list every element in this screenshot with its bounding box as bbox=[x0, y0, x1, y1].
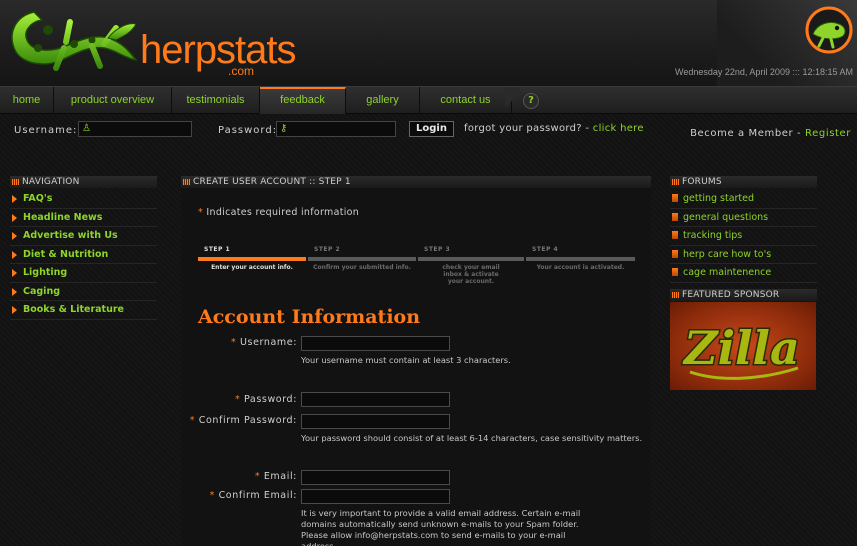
nav-feedback[interactable]: feedback bbox=[260, 87, 346, 114]
member-signup: Become a Member - Register bbox=[690, 128, 851, 139]
password-field-label: * Password: bbox=[235, 394, 297, 405]
main-heading: CREATE USER ACCOUNT :: STEP 1 bbox=[181, 176, 651, 188]
user-icon: ♙ bbox=[82, 123, 91, 134]
forum-cage-maintenence[interactable]: cage maintenence bbox=[670, 264, 817, 283]
gecko-badge-icon bbox=[805, 6, 853, 54]
step-1: STEP 1 Enter your account info. bbox=[198, 246, 306, 280]
forum-general-questions[interactable]: general questions bbox=[670, 209, 817, 227]
forums-list: getting started general questions tracki… bbox=[670, 190, 817, 283]
signup-steps: STEP 1 Enter your account info. STEP 2 C… bbox=[198, 246, 635, 285]
sidebar-item-books-literature[interactable]: Books & Literature bbox=[10, 301, 157, 320]
confirm-password-field-label: * Confirm Password: bbox=[189, 415, 297, 426]
main-nav: home product overview testimonials feedb… bbox=[0, 86, 857, 114]
key-icon: ⚷ bbox=[280, 123, 288, 134]
sponsor-logo-text: Zilla bbox=[682, 321, 800, 375]
forgot-text: forgot your password? - bbox=[464, 123, 593, 134]
brand-tld: .com bbox=[228, 64, 255, 78]
forum-getting-started[interactable]: getting started bbox=[670, 190, 817, 209]
login-bar: Username: ♙ Password: ⚷ Login forgot you… bbox=[0, 117, 857, 145]
zilla-logo-icon: Zilla bbox=[681, 320, 801, 380]
forums-heading: FORUMS bbox=[670, 176, 817, 188]
help-icon[interactable]: ? bbox=[523, 93, 539, 109]
step-4: STEP 4 Your account is activated. bbox=[526, 246, 635, 280]
required-note: * Indicates required information bbox=[198, 207, 360, 218]
username-field-label: * Username: bbox=[230, 337, 297, 348]
forgot-password-link[interactable]: click here bbox=[593, 123, 644, 134]
account-password-input[interactable] bbox=[301, 392, 450, 407]
username-label: Username: bbox=[14, 125, 78, 136]
current-datetime: Wednesday 22nd, April 2009 ::: 12:18:15 … bbox=[675, 67, 853, 77]
register-link[interactable]: Register bbox=[805, 128, 851, 139]
section-title: Account Information bbox=[198, 306, 421, 328]
nav-end-cap bbox=[505, 87, 519, 114]
email-field-label: * Email: bbox=[254, 471, 297, 482]
nav-contact-us[interactable]: contact us bbox=[420, 87, 512, 114]
navigation-heading: NAVIGATION bbox=[10, 176, 157, 188]
sidebar-item-caging[interactable]: Caging bbox=[10, 283, 157, 301]
sidebar-item-lighting[interactable]: Lighting bbox=[10, 264, 157, 283]
create-account-panel: * Indicates required information STEP 1 … bbox=[181, 188, 651, 546]
forum-tracking-tips[interactable]: tracking tips bbox=[670, 227, 817, 246]
sidebar-item-advertise[interactable]: Advertise with Us bbox=[10, 227, 157, 246]
nav-testimonials[interactable]: testimonials bbox=[172, 87, 260, 114]
email-hint: It is very important to provide a valid … bbox=[301, 508, 581, 546]
forgot-password: forgot your password? - click here bbox=[464, 123, 644, 134]
username-input[interactable]: ♙ bbox=[78, 121, 192, 137]
confirm-password-input[interactable] bbox=[301, 414, 450, 429]
password-hint: Your password should consist of at least… bbox=[301, 433, 643, 443]
sponsor-banner[interactable]: Zilla bbox=[670, 302, 816, 390]
brand-name[interactable]: herpstats bbox=[140, 30, 297, 70]
sidebar-nav: FAQ's Headline News Advertise with Us Di… bbox=[10, 190, 157, 320]
password-input[interactable]: ⚷ bbox=[276, 121, 396, 137]
sidebar-item-headline-news[interactable]: Headline News bbox=[10, 209, 157, 227]
step-2: STEP 2 Confirm your submitted info. bbox=[308, 246, 416, 280]
member-text: Become a Member - bbox=[690, 128, 806, 139]
forum-herp-care[interactable]: herp care how to's bbox=[670, 246, 817, 264]
username-hint: Your username must contain at least 3 ch… bbox=[301, 355, 511, 365]
account-username-input[interactable] bbox=[301, 336, 450, 351]
nav-gallery[interactable]: gallery bbox=[346, 87, 420, 114]
nav-home[interactable]: home bbox=[0, 87, 54, 114]
login-button[interactable]: Login bbox=[409, 121, 454, 137]
step-3: STEP 3 check your email inbox & activate… bbox=[418, 246, 524, 285]
email-input[interactable] bbox=[301, 470, 450, 485]
sidebar-item-diet-nutrition[interactable]: Diet & Nutrition bbox=[10, 246, 157, 264]
sponsor-heading: FEATURED SPONSOR bbox=[670, 289, 817, 301]
gecko-logo-icon[interactable] bbox=[4, 2, 140, 76]
sidebar-item-faqs[interactable]: FAQ's bbox=[10, 190, 157, 209]
site-header: herpstats .com Wednesday 22nd, April 200… bbox=[0, 0, 857, 86]
confirm-email-field-label: * Confirm Email: bbox=[209, 490, 297, 501]
password-label: Password: bbox=[218, 125, 278, 136]
nav-product-overview[interactable]: product overview bbox=[54, 87, 172, 114]
confirm-email-input[interactable] bbox=[301, 489, 450, 504]
